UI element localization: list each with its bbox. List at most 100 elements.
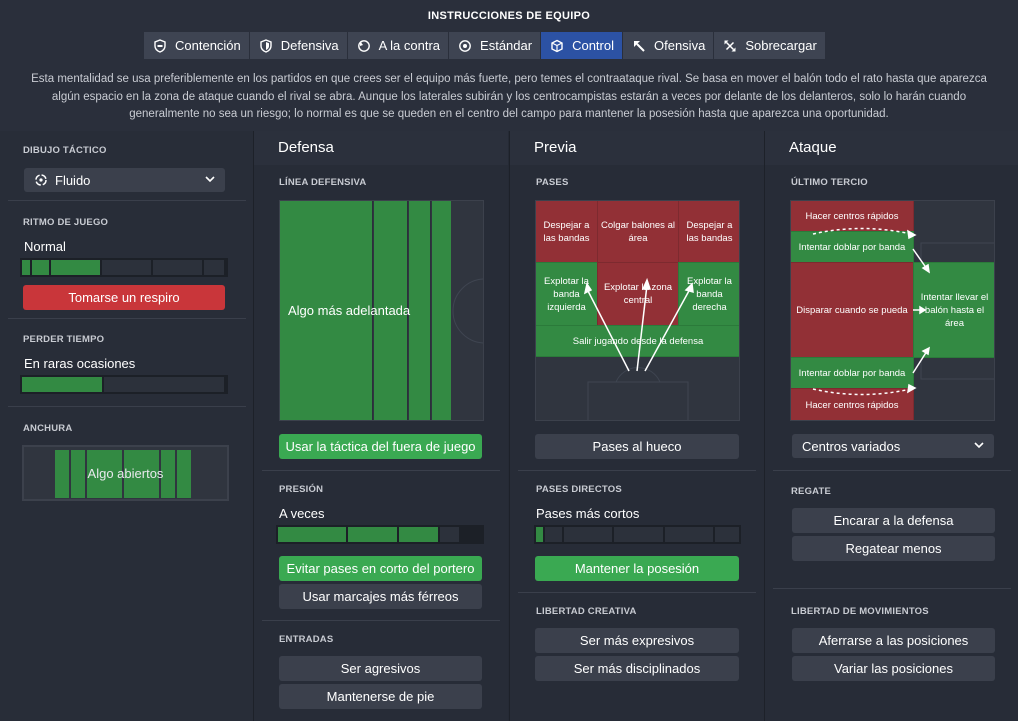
- passes-label: PASES: [536, 177, 569, 188]
- width-label: ANCHURA: [23, 423, 73, 434]
- arrow-up-left-icon: [634, 40, 645, 52]
- line-zone: [432, 201, 451, 420]
- formation-select[interactable]: Fluido: [24, 168, 225, 192]
- press-goalkeeper-button[interactable]: Evitar pases en corto del portero: [279, 556, 482, 581]
- divider: [8, 406, 246, 407]
- tab-sobrecargar[interactable]: Sobrecargar: [714, 32, 826, 59]
- dribble-label: REGATE: [791, 486, 832, 497]
- roam-button[interactable]: Variar las posiciones: [792, 656, 995, 681]
- slider-segment: [563, 527, 613, 542]
- shield-icon: [260, 38, 272, 53]
- tab-label: Ofensiva: [654, 38, 706, 53]
- tab-label: Estándar: [480, 38, 533, 53]
- divider: [518, 592, 756, 593]
- tab-label: Defensiva: [280, 38, 339, 53]
- movement-label: LIBERTAD DE MOVIMIENTOS: [791, 606, 929, 617]
- tackle-label: ENTRADAS: [279, 634, 334, 645]
- tab-label: Control: [572, 38, 614, 53]
- slider-segment: [544, 527, 562, 542]
- press-value: A veces: [279, 506, 325, 521]
- disciplined-button[interactable]: Ser más disciplinados: [535, 656, 739, 681]
- defensive-line-pitch[interactable]: Algo más adelantada: [279, 200, 484, 421]
- divider: [262, 620, 500, 621]
- tempo-slider[interactable]: [20, 258, 228, 277]
- tab-ofensiva[interactable]: Ofensiva: [623, 32, 715, 59]
- tab-control[interactable]: Control: [541, 32, 623, 59]
- buildup-panel: Previa PASES Despejar a las bandas Colga…: [509, 131, 764, 721]
- tab-label: A la contra: [378, 38, 441, 53]
- contencion-icon: [154, 38, 166, 53]
- crossing-select[interactable]: Centros variados: [792, 434, 994, 458]
- expressive-button[interactable]: Ser más expresivos: [535, 628, 739, 653]
- line-value: Algo más adelantada: [288, 303, 411, 318]
- sidebar: DIBUJO TÁCTICO Fluido RITMO DE JUEGO Nor…: [0, 131, 254, 721]
- directness-value: Pases más cortos: [536, 506, 640, 521]
- cube-icon: [551, 39, 563, 52]
- tempo-button[interactable]: Tomarse un respiro: [23, 285, 225, 310]
- divider: [8, 200, 246, 201]
- tab-defensiva[interactable]: Defensiva: [249, 32, 348, 59]
- hold-position-button[interactable]: Aferrarse a las posiciones: [792, 628, 995, 653]
- final-third-pitch[interactable]: Hacer centros rápidos Intentar doblar po…: [790, 200, 995, 421]
- line-zone: [409, 201, 431, 420]
- slider-segment: [715, 527, 739, 542]
- directness-label: PASES DIRECTOS: [536, 484, 622, 495]
- dribble-less-button[interactable]: Regatear menos: [792, 536, 995, 561]
- page-title: INSTRUCCIONES DE EQUIPO: [427, 10, 591, 22]
- tab-estandar[interactable]: Estándar: [449, 32, 542, 59]
- slider-segment: [153, 260, 202, 275]
- press-label: PRESIÓN: [279, 484, 324, 495]
- width-value: Algo abiertos: [87, 465, 164, 481]
- overload-icon: [724, 40, 736, 51]
- time-wasting-label: PERDER TIEMPO: [23, 334, 105, 345]
- tight-marking-button[interactable]: Usar marcajes más férreos: [279, 584, 482, 609]
- stay-feet-button[interactable]: Mantenerse de pie: [279, 684, 482, 709]
- tab-a-la-contra[interactable]: A la contra: [347, 32, 450, 59]
- slider-segment: [440, 527, 459, 542]
- retain-possession-button[interactable]: Mantener la posesión: [535, 556, 739, 581]
- tempo-value: Normal: [24, 239, 66, 254]
- header: INSTRUCCIONES DE EQUIPO Contención Defen…: [0, 0, 1018, 131]
- attack-title: Ataque: [765, 131, 1018, 165]
- slider-segment: [278, 527, 346, 542]
- slider-segment: [51, 260, 100, 275]
- run-at-defence-button[interactable]: Encarar a la defensa: [792, 508, 995, 533]
- slider-segment: [102, 260, 151, 275]
- slider-segment: [614, 527, 663, 542]
- through-balls-button[interactable]: Pases al hueco: [535, 434, 739, 459]
- chevron-down-icon: [205, 176, 215, 183]
- slider-segment: [104, 377, 224, 392]
- tab-label: Contención: [175, 38, 241, 53]
- mentality-description: Esta mentalidad se usa preferiblemente e…: [31, 73, 987, 120]
- slider-segment: [399, 527, 438, 542]
- chevron-down-icon: [974, 442, 984, 449]
- target-icon: [459, 39, 471, 52]
- divider: [518, 470, 756, 471]
- move-arrows: [812, 227, 930, 396]
- pass-arrows: [583, 277, 694, 372]
- directness-slider[interactable]: [534, 525, 741, 544]
- passing-pitch[interactable]: Despejar a las bandas Colgar balones al …: [535, 200, 740, 421]
- defense-title: Defensa: [254, 131, 508, 165]
- buildup-title: Previa: [510, 131, 764, 165]
- slider-segment: [664, 527, 714, 542]
- attack-panel: Ataque ÚLTIMO TERCIO Hacer centros rápid…: [764, 131, 1018, 721]
- width-pitch[interactable]: Algo abiertos: [22, 445, 229, 501]
- offside-button[interactable]: Usar la táctica del fuera de juego: [279, 434, 482, 459]
- formation-value: Fluido: [55, 172, 91, 188]
- mentality-tabs: Contención Defensiva A la contra Estánda…: [144, 32, 826, 59]
- slider-segment: [204, 260, 224, 275]
- line-label: LÍNEA DEFENSIVA: [279, 177, 367, 188]
- aggressive-button[interactable]: Ser agresivos: [279, 656, 482, 681]
- divider: [262, 470, 500, 471]
- time-wasting-slider[interactable]: [20, 375, 228, 394]
- press-slider[interactable]: [276, 525, 484, 544]
- creative-label: LIBERTAD CREATIVA: [536, 606, 637, 617]
- crossing-value: Centros variados: [802, 438, 901, 454]
- tab-label: Sobrecargar: [745, 38, 817, 53]
- tab-contencion[interactable]: Contención: [144, 32, 250, 59]
- slider-segment: [32, 260, 49, 275]
- slider-segment: [536, 527, 543, 542]
- counter-icon: [357, 39, 370, 52]
- slider-segment: [22, 260, 30, 275]
